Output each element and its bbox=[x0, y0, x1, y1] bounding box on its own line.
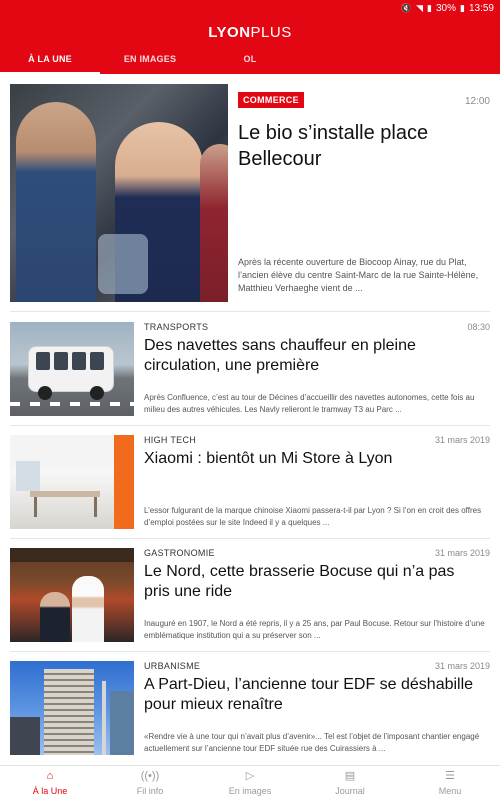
battery-icon: ▮ bbox=[460, 2, 465, 13]
hero-image bbox=[10, 84, 228, 302]
section-tabs: À LA UNE EN IMAGES OL bbox=[0, 54, 500, 74]
article-category: URBANISME bbox=[144, 661, 201, 671]
nav-label: Menu bbox=[438, 786, 462, 796]
article-time: 12:00 bbox=[464, 96, 490, 107]
clock: 13:59 bbox=[468, 2, 494, 14]
article-image bbox=[10, 661, 134, 755]
live-icon: ((•)) bbox=[140, 770, 160, 782]
tab-a-la-une[interactable]: À LA UNE bbox=[0, 54, 100, 74]
hero-article[interactable]: COMMERCE 12:00 Le bio s’installe place B… bbox=[10, 84, 490, 302]
battery-level: 30% bbox=[436, 2, 457, 14]
article-image bbox=[10, 435, 134, 529]
nav-fil-info[interactable]: ((•)) Fil info bbox=[100, 766, 200, 800]
category-badge: COMMERCE bbox=[238, 92, 304, 108]
article-category: HIGH TECH bbox=[144, 435, 197, 445]
wifi-icon: ◥ bbox=[416, 2, 424, 13]
nav-a-la-une[interactable]: ⌂ À la Une bbox=[0, 766, 100, 800]
article-excerpt: L’essor fulgurant de la marque chinoise … bbox=[144, 506, 482, 527]
play-icon: ▷ bbox=[245, 770, 255, 782]
nav-label: À la Une bbox=[32, 786, 68, 796]
article-excerpt: Après Confluence, c’est au tour de Décin… bbox=[144, 393, 475, 414]
article-excerpt: Inauguré en 1907, le Nord a été repris, … bbox=[144, 619, 485, 640]
article-category: TRANSPORTS bbox=[144, 322, 209, 332]
signal-icon: ▮ bbox=[427, 2, 432, 13]
divider bbox=[10, 311, 490, 312]
article-title: Le Nord, cette brasserie Bocuse qui n’a … bbox=[144, 563, 455, 600]
article-image bbox=[10, 322, 134, 416]
article-date: 31 mars 2019 bbox=[434, 435, 490, 445]
article-image bbox=[10, 548, 134, 642]
article-title: A Part-Dieu, l’ancienne tour EDF se désh… bbox=[144, 676, 474, 713]
divider bbox=[10, 425, 490, 426]
nav-label: Fil info bbox=[136, 786, 164, 796]
divider bbox=[10, 651, 490, 652]
list-item[interactable]: GASTRONOMIE 31 mars 2019 Le Nord, cette … bbox=[10, 548, 490, 643]
nav-menu[interactable]: ☰ Menu bbox=[400, 766, 500, 800]
tab-en-images[interactable]: EN IMAGES bbox=[100, 54, 200, 74]
divider bbox=[10, 538, 490, 539]
article-date: 31 mars 2019 bbox=[434, 661, 490, 671]
list-item[interactable]: URBANISME 31 mars 2019 A Part-Dieu, l’an… bbox=[10, 661, 490, 756]
article-title: Xiaomi : bientôt un Mi Store à Lyon bbox=[144, 450, 393, 467]
article-excerpt: «Rendre vie à une tour qui n’avait plus … bbox=[144, 732, 480, 753]
menu-icon: ☰ bbox=[445, 770, 455, 782]
home-icon: ⌂ bbox=[46, 770, 54, 782]
article-title: Le bio s’installe place Bellecour bbox=[238, 122, 429, 170]
mute-icon: 🔇 bbox=[400, 2, 413, 13]
bottom-navigation: ⌂ À la Une ((•)) Fil info ▷ En images ▤ … bbox=[0, 765, 500, 800]
article-date: 08:30 bbox=[467, 322, 490, 332]
list-item[interactable]: HIGH TECH 31 mars 2019 Xiaomi : bientôt … bbox=[10, 435, 490, 530]
article-excerpt: Après la récente ouverture de Biocoop Ai… bbox=[238, 257, 479, 293]
list-item[interactable]: TRANSPORTS 08:30 Des navettes sans chauf… bbox=[10, 322, 490, 417]
app-logo: LYONPLUS bbox=[208, 24, 292, 41]
nav-journal[interactable]: ▤ Journal bbox=[300, 766, 400, 800]
nav-label: En images bbox=[228, 786, 272, 796]
article-title: Des navettes sans chauffeur en pleine ci… bbox=[144, 337, 416, 374]
article-date: 31 mars 2019 bbox=[434, 548, 490, 558]
status-bar: 🔇 ◥ ▮ 30% ▮ 13:59 bbox=[0, 0, 500, 16]
newspaper-icon: ▤ bbox=[344, 770, 356, 782]
nav-en-images[interactable]: ▷ En images bbox=[200, 766, 300, 800]
nav-label: Journal bbox=[335, 786, 365, 796]
article-feed[interactable]: COMMERCE 12:00 Le bio s’installe place B… bbox=[0, 74, 500, 765]
app-header: LYONPLUS À LA UNE EN IMAGES OL bbox=[0, 16, 500, 74]
article-category: GASTRONOMIE bbox=[144, 548, 215, 558]
tab-ol[interactable]: OL bbox=[200, 54, 300, 74]
